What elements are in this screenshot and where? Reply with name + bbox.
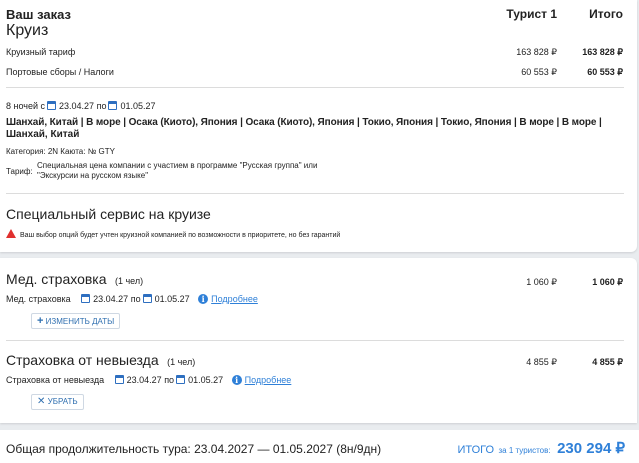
col-tourist-header: Турист 1 <box>506 7 557 21</box>
total-note: за 1 туристов: <box>498 446 551 455</box>
footer-bar: Общая продолжительность тура: 23.04.2027… <box>0 430 639 463</box>
tour-duration: Общая продолжительность тура: 23.04.2027… <box>6 442 382 456</box>
port-fees-tourist: 60 553 ₽ <box>521 67 557 77</box>
order-title: Круиз <box>6 22 49 39</box>
close-icon: ✕ <box>37 396 46 407</box>
cancel-insurance-count: (1 чел) <box>167 357 196 367</box>
med-insurance-label: Мед. страховка <box>6 294 71 304</box>
med-insurance-tourist: 1 060 ₽ <box>526 277 557 287</box>
cancel-date-to: 01.05.27 <box>188 375 224 385</box>
info-icon[interactable]: i <box>198 294 209 304</box>
cancel-insurance-header: Страховка от невыезда (1 чел) <box>6 352 195 370</box>
order-label: Ваш заказ <box>6 7 71 22</box>
remove-button[interactable]: ✕ УБРАТЬ <box>31 394 84 410</box>
remove-label: УБРАТЬ <box>47 397 78 406</box>
route-line-1: Шанхай, Китай | В море | Осака (Киото), … <box>6 117 602 128</box>
col-total-header: Итого <box>589 7 623 21</box>
port-fees-label: Портовые сборы / Налоги <box>6 67 114 77</box>
cruise-fare-label: Круизный тариф <box>6 47 76 57</box>
total-label: ИТОГО <box>457 444 495 456</box>
calendar-icon <box>47 101 57 110</box>
route-line-2: Шанхай, Китай <box>6 129 80 140</box>
warning-text: Ваш выбор опций будет учтен круизной ком… <box>20 232 341 239</box>
plus-icon: + <box>37 315 44 327</box>
order-card: Ваш заказ Круиз Турист 1 Итого Круизный … <box>0 0 637 252</box>
calendar-icon <box>142 294 152 303</box>
divider <box>6 193 624 194</box>
med-insurance-title: Мед. страховка <box>6 271 107 287</box>
cancel-details-link[interactable]: Подробнее <box>245 375 292 385</box>
cancel-insurance-row: Страховка от невыезда 23.04.27 по 01.05.2… <box>6 375 291 385</box>
date-sep: по <box>96 101 107 111</box>
info-icon[interactable]: i <box>231 375 242 385</box>
cancel-date-from: 23.04.27 <box>126 375 162 385</box>
med-date-to: 01.05.27 <box>154 294 190 304</box>
cancel-insurance-title: Страховка от невыезда <box>6 352 159 368</box>
divider <box>6 87 624 88</box>
cruise-dates: 8 ночей с 23.04.27 по 01.05.27 <box>6 101 156 111</box>
port-fees-total: 60 553 ₽ <box>587 67 623 77</box>
date-to: 01.05.27 <box>120 101 156 111</box>
category-line: Категория: 2N Каюта: № GTY <box>6 147 115 156</box>
cancel-insurance-tourist: 4 855 ₽ <box>526 357 557 367</box>
med-insurance-header: Мед. страховка (1 чел) <box>6 271 143 289</box>
grand-total: ИТОГО за 1 туристов: 230 294 ₽ <box>457 439 625 458</box>
special-service-title: Специальный сервис на круизе <box>6 206 211 222</box>
change-dates-button[interactable]: + ИЗМЕНИТЬ ДАТЫ <box>31 313 121 329</box>
tariff-text-line-2: "Экскурсии на русском языке" <box>37 171 149 180</box>
total-value: 230 294 ₽ <box>557 440 625 457</box>
med-date-from: 23.04.27 <box>93 294 129 304</box>
warning-icon <box>6 229 16 238</box>
cancel-insurance-total: 4 855 ₽ <box>592 357 623 367</box>
cancel-date-sep: по <box>164 375 175 385</box>
calendar-icon <box>108 101 118 110</box>
insurance-card: Мед. страховка (1 чел) 1 060 ₽ 1 060 ₽ М… <box>0 258 637 423</box>
calendar-icon <box>81 294 91 303</box>
med-date-sep: по <box>130 294 141 304</box>
tariff-label: Тариф: <box>6 167 33 176</box>
med-insurance-row: Мед. страховка 23.04.27 по 01.05.27 i Подр… <box>6 294 258 304</box>
date-from: 23.04.27 <box>59 101 95 111</box>
med-details-link[interactable]: Подробнее <box>211 294 258 304</box>
calendar-icon <box>176 375 186 384</box>
med-insurance-count: (1 чел) <box>114 276 144 286</box>
tariff-text: Специальная цена компании с участием в п… <box>37 161 317 181</box>
calendar-icon <box>114 375 124 384</box>
nights-prefix: 8 ночей с <box>6 101 46 111</box>
med-insurance-total: 1 060 ₽ <box>592 277 623 287</box>
change-dates-label: ИЗМЕНИТЬ ДАТЫ <box>45 317 115 326</box>
cancel-insurance-label: Страховка от невыезда <box>6 375 105 385</box>
special-service-warning: Ваш выбор опций будет учтен круизной ком… <box>6 229 340 239</box>
cruise-fare-total: 163 828 ₽ <box>582 47 623 57</box>
cruise-fare-tourist: 163 828 ₽ <box>516 47 557 57</box>
tariff-text-line-1: Специальная цена компании с участием в п… <box>37 161 318 170</box>
divider <box>6 340 624 341</box>
